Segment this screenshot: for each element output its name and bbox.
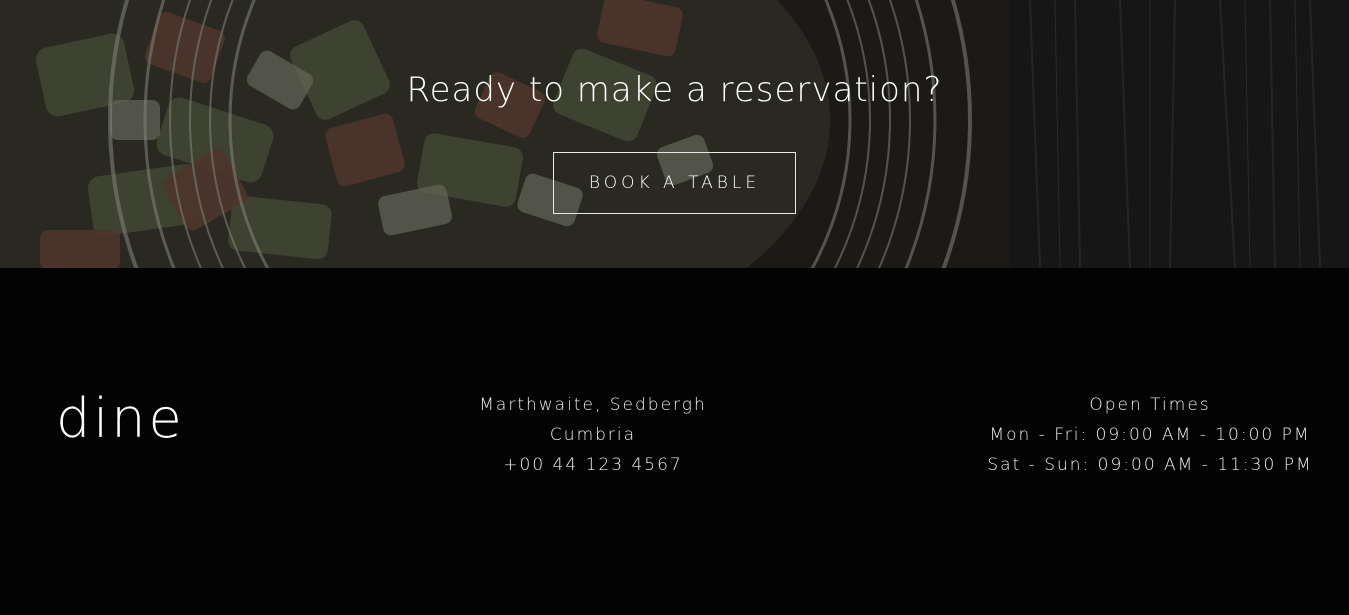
weekday-hours: Mon - Fri: 09:00 AM - 10:00 PM [989, 425, 1311, 445]
footer-address: Marthwaite, Sedbergh Cumbria +00 44 123 … [443, 390, 743, 480]
hero-content: Ready to make a reservation? BOOK A TABL… [0, 0, 1349, 268]
address-line-1: Marthwaite, Sedbergh [479, 395, 707, 415]
weekend-hours: Sat - Sun: 09:00 AM - 11:30 PM [987, 455, 1313, 475]
site-logo[interactable]: dine [56, 392, 185, 446]
reservation-heading: Ready to make a reservation? [406, 70, 943, 110]
address-line-2: Cumbria [549, 425, 637, 445]
reservation-hero: Ready to make a reservation? BOOK A TABL… [0, 0, 1349, 268]
open-times-title: Open Times [1089, 395, 1211, 415]
phone-number[interactable]: +00 44 123 4567 [443, 450, 743, 480]
footer-open-times: Open Times Mon - Fri: 09:00 AM - 10:00 P… [960, 390, 1340, 480]
book-table-button[interactable]: BOOK A TABLE [553, 152, 796, 214]
